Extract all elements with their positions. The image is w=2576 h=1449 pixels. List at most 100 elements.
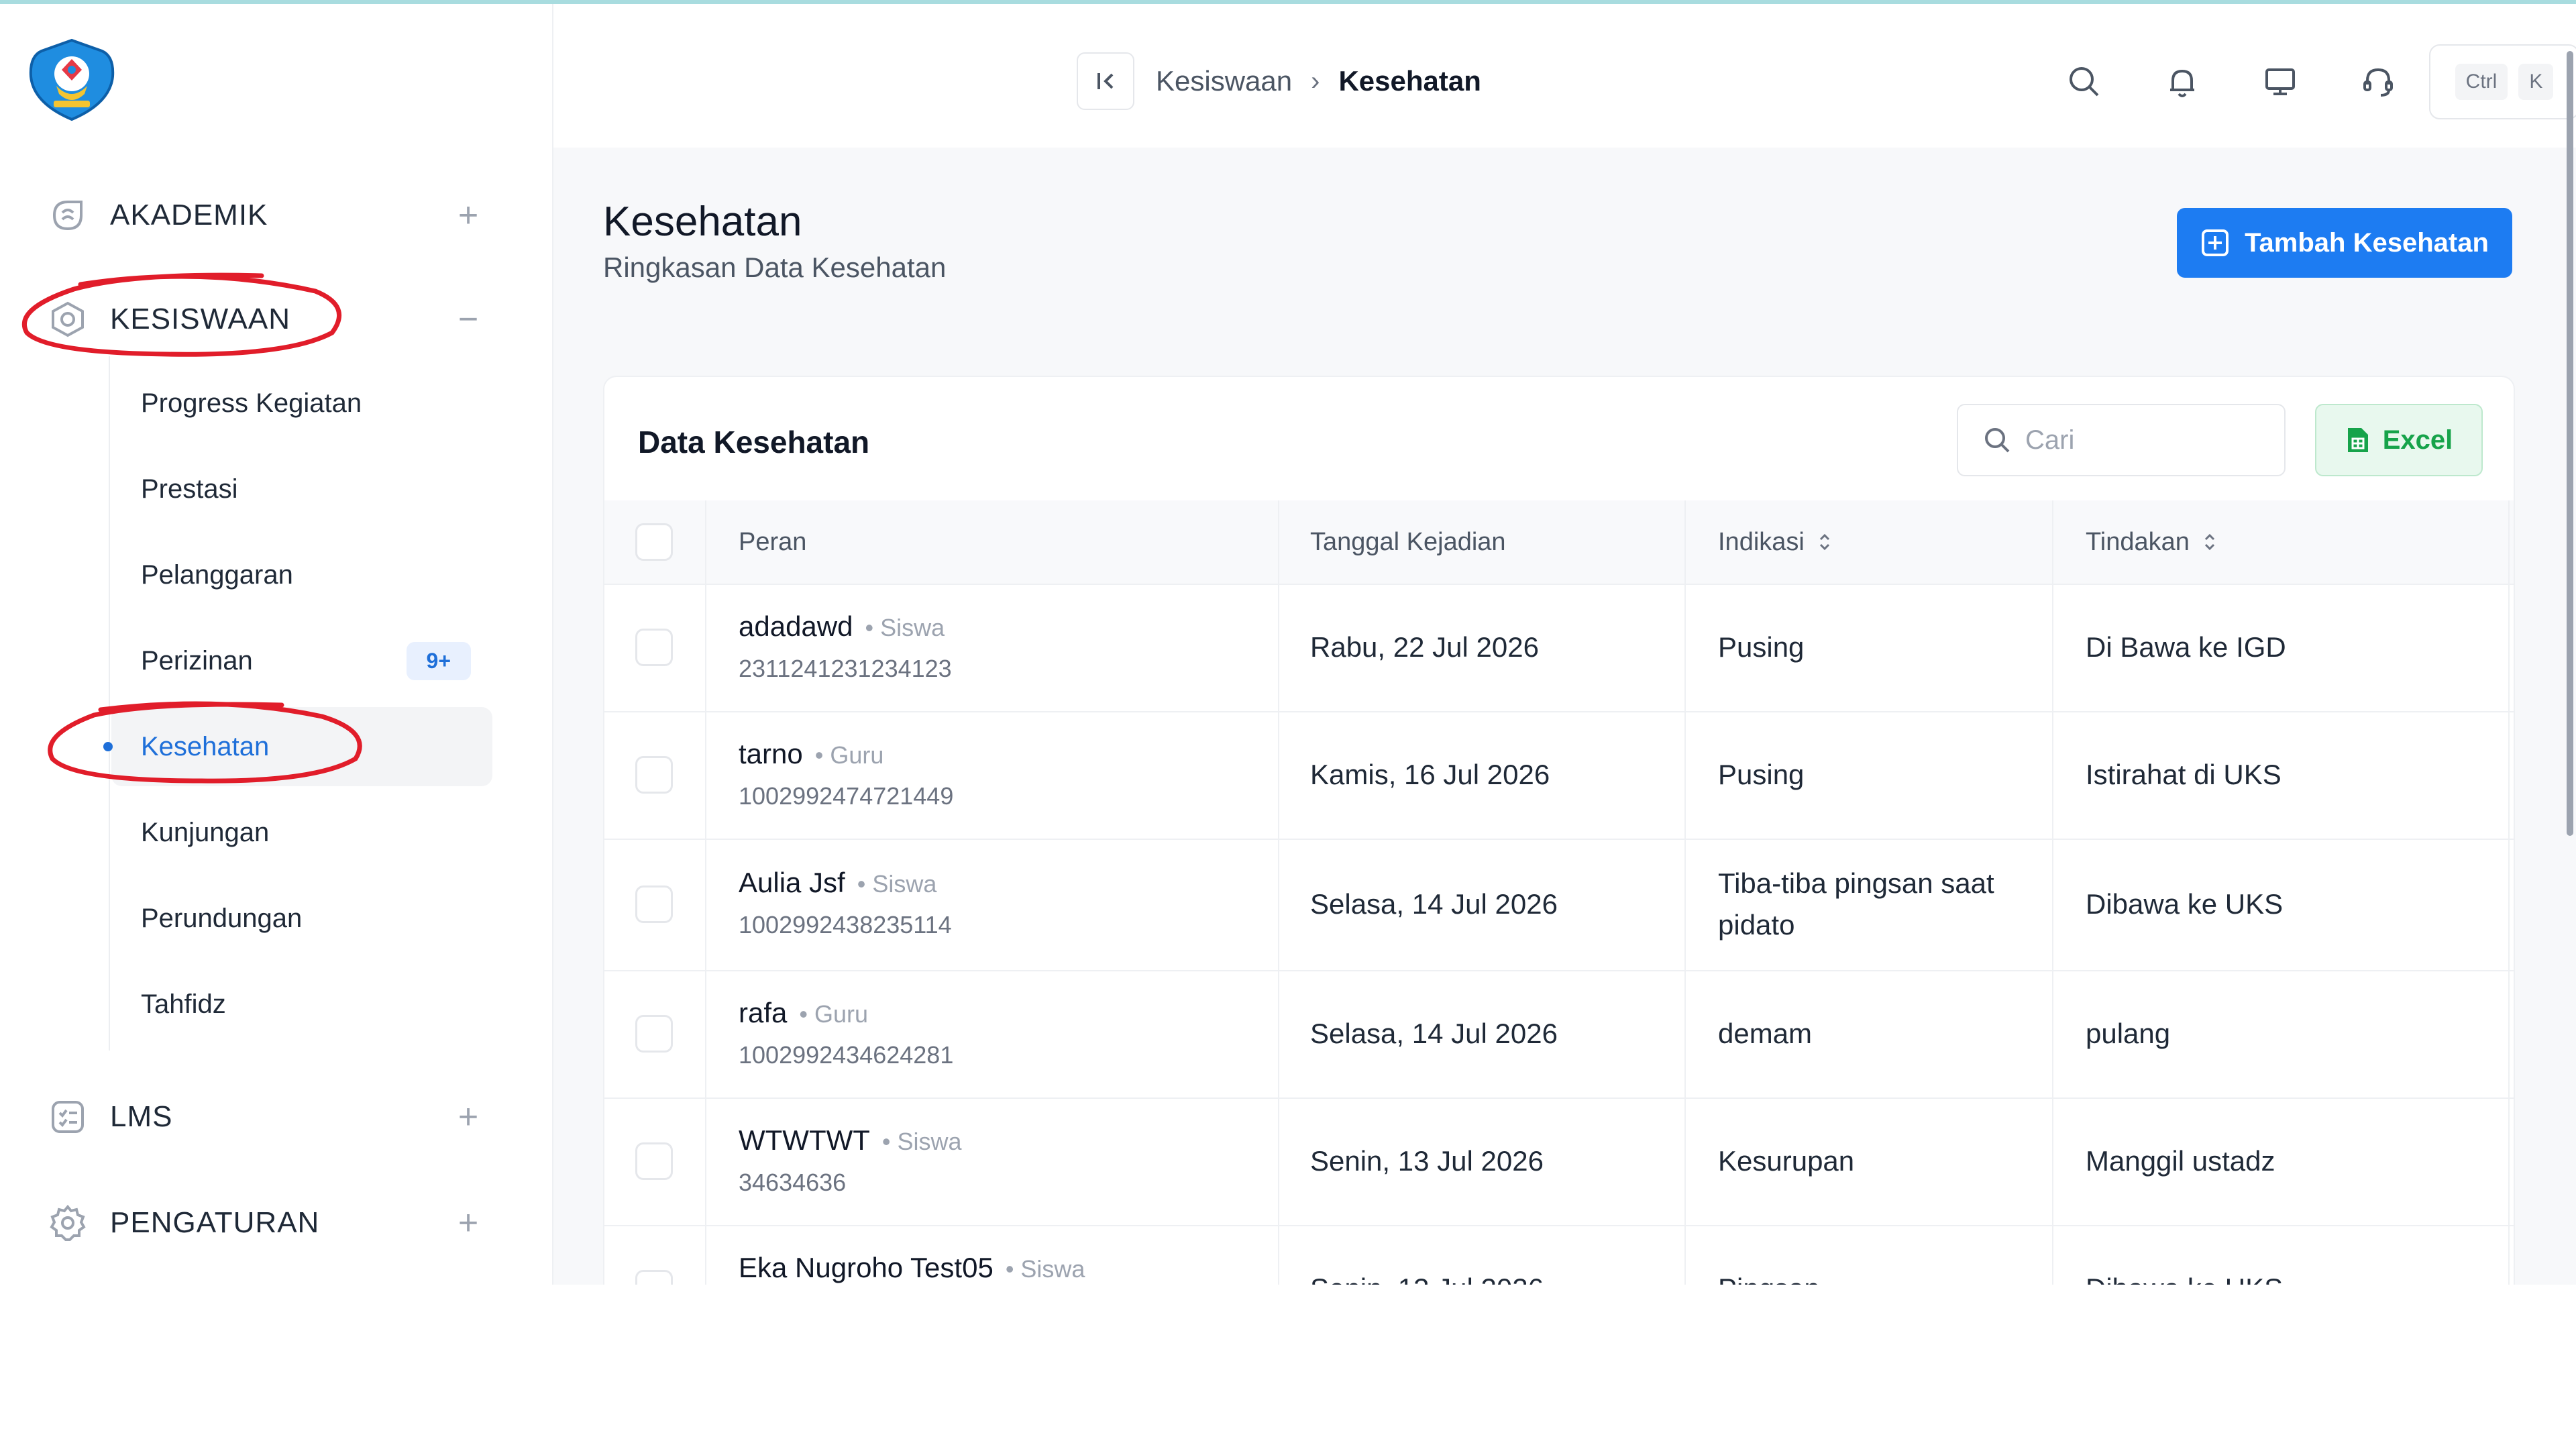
monitor-icon [2265,68,2295,95]
row-checkbox[interactable] [635,885,673,923]
column-label: Peran [739,527,807,556]
row-select-cell [635,839,673,970]
action-taken: Dibawa ke UKS [2086,888,2284,920]
row-checkbox[interactable] [635,1142,673,1180]
add-kesehatan-button[interactable]: Tambah Kesehatan [2177,208,2512,278]
annotation-circle-marks [21,272,362,784]
search-icon [2070,67,2099,97]
action-taken: pulang [2086,1018,2171,1049]
support-button[interactable] [2351,55,2405,109]
row-select-cell [635,711,673,839]
expand-icon[interactable]: + [448,1203,488,1243]
row-select-cell [635,584,673,711]
card-title: Data Kesehatan [638,425,870,460]
lms-icon [44,1093,91,1140]
table-header: Peran Tanggal Kejadian Indikasi Tindakan [604,500,2514,585]
row-checkbox[interactable] [635,629,673,666]
table-row[interactable]: WTWTWT • Siswa 34634636 Senin, 13 Jul 20… [604,1097,2514,1226]
bell-icon [2170,69,2194,97]
incident-date: Kamis, 16 Jul 2026 [1310,759,1550,790]
main-content: Kesehatan Ringkasan Data Kesehatan Tamba… [553,148,2576,1285]
app: AKADEMIK + KESISWAAN − Progress Kegiatan… [0,4,2576,1285]
sidebar: AKADEMIK + KESISWAAN − Progress Kegiatan… [0,4,553,1285]
window-scrollbar-thumb[interactable] [2567,51,2573,836]
incident-date: Rabu, 22 Jul 2026 [1310,631,1539,663]
search-input[interactable]: Cari [1957,404,2286,476]
table-row[interactable]: Eka Nugroho Test05 • Siswa Senin, 13 Jul… [604,1225,2514,1285]
person-name: rafa [739,997,788,1028]
nav-group-lms[interactable]: LMS + [20,1080,490,1154]
table-row[interactable]: adadawd • Siswa 2311241231234123 Rabu, 2… [604,584,2514,712]
action-taken: Istirahat di UKS [2086,759,2282,790]
person-role: • Siswa [1005,1255,1085,1283]
column-peran: Peran [739,500,806,584]
sidebar-item-perundungan[interactable]: Perundungan [111,879,492,958]
person-id: 1002992474721449 [739,782,954,810]
excel-file-icon [2347,428,2368,452]
export-excel-button[interactable]: Excel [2315,404,2483,476]
table-row[interactable]: rafa • Guru 1002992434624281 Selasa, 14 … [604,970,2514,1099]
column-label: Indikasi [1718,527,1805,556]
display-button[interactable] [2253,55,2307,109]
notifications-button[interactable] [2155,55,2209,109]
row-select-cell [635,1225,673,1285]
person-role: • Guru [799,1000,869,1028]
plus-square-icon [2202,229,2229,256]
column-label: Tindakan [2086,527,2190,556]
person-name: Aulia Jsf [739,867,845,898]
gear-icon [44,1199,91,1246]
sort-icon [1819,533,1829,551]
nav-group-label: LMS [110,1100,173,1133]
column-label: Tanggal Kejadian [1310,527,1506,556]
search-icon [1985,428,2010,453]
page-subtitle: Ringkasan Data Kesehatan [603,252,947,283]
search-button[interactable] [2057,55,2111,109]
person-role: • Guru [814,741,884,769]
row-select-cell [635,1097,673,1225]
person-name: tarno [739,738,803,769]
action-taken: Manggil ustadz [2086,1145,2275,1177]
nav-group-label: PENGATURAN [110,1206,320,1239]
breadcrumb-current: Kesehatan [1338,65,1481,97]
data-kesehatan-card: Data Kesehatan Cari Excel Peran Tanggal … [603,376,2515,1285]
chevron-right-icon: › [1311,66,1320,96]
indication: Pingsan [1718,1225,1820,1285]
row-select-cell [635,970,673,1097]
nav-group-pengaturan[interactable]: PENGATURAN + [20,1186,490,1260]
row-checkbox[interactable] [635,756,673,794]
kbd-ctrl: Ctrl [2455,64,2508,100]
person-id: 1002992438235114 [739,911,952,938]
person-name: adadawd [739,610,853,642]
column-tindakan[interactable]: Tindakan [2086,500,2218,584]
row-checkbox[interactable] [635,1015,673,1053]
breadcrumb-parent[interactable]: Kesiswaan [1156,65,1292,97]
sidebar-item-tahfidz[interactable]: Tahfidz [111,965,492,1044]
kbd-k: K [2518,64,2554,100]
person-role: • Siswa [881,1128,962,1155]
search-placeholder: Cari [2025,425,2075,455]
sort-icon [2204,533,2214,551]
command-palette-shortcut[interactable]: Ctrl K [2429,44,2576,119]
column-tanggal: Tanggal Kejadian [1310,500,1506,584]
collapse-sidebar-icon [1097,73,1114,89]
table-row[interactable]: tarno • Guru 1002992474721449 Kamis, 16 … [604,711,2514,840]
page-title: Kesehatan [603,199,802,245]
table-row[interactable]: Aulia Jsf • Siswa 1002992438235114 Selas… [604,839,2514,971]
column-indikasi[interactable]: Indikasi [1718,500,1833,584]
excel-label: Excel [2382,425,2453,455]
expand-icon[interactable]: + [448,1097,488,1137]
select-all-cell [635,500,673,584]
indication: demam [1718,1018,1813,1049]
indication: Kesurupan [1718,1145,1855,1177]
person-id: 34634636 [739,1169,847,1196]
incident-date: Selasa, 14 Jul 2026 [1310,888,1558,920]
incident-date: Senin, 13 Jul 2026 [1310,1145,1544,1177]
indication: Pusing [1718,631,1805,663]
row-checkbox[interactable] [635,1270,673,1285]
person-name: WTWTWT [739,1124,870,1156]
sidebar-item-label: Tahfidz [141,989,226,1019]
select-all-checkbox[interactable] [635,523,673,561]
collapse-sidebar-button[interactable] [1077,52,1134,110]
breadcrumb: Kesiswaan › Kesehatan [1156,59,1481,103]
headset-icon [2363,68,2393,97]
